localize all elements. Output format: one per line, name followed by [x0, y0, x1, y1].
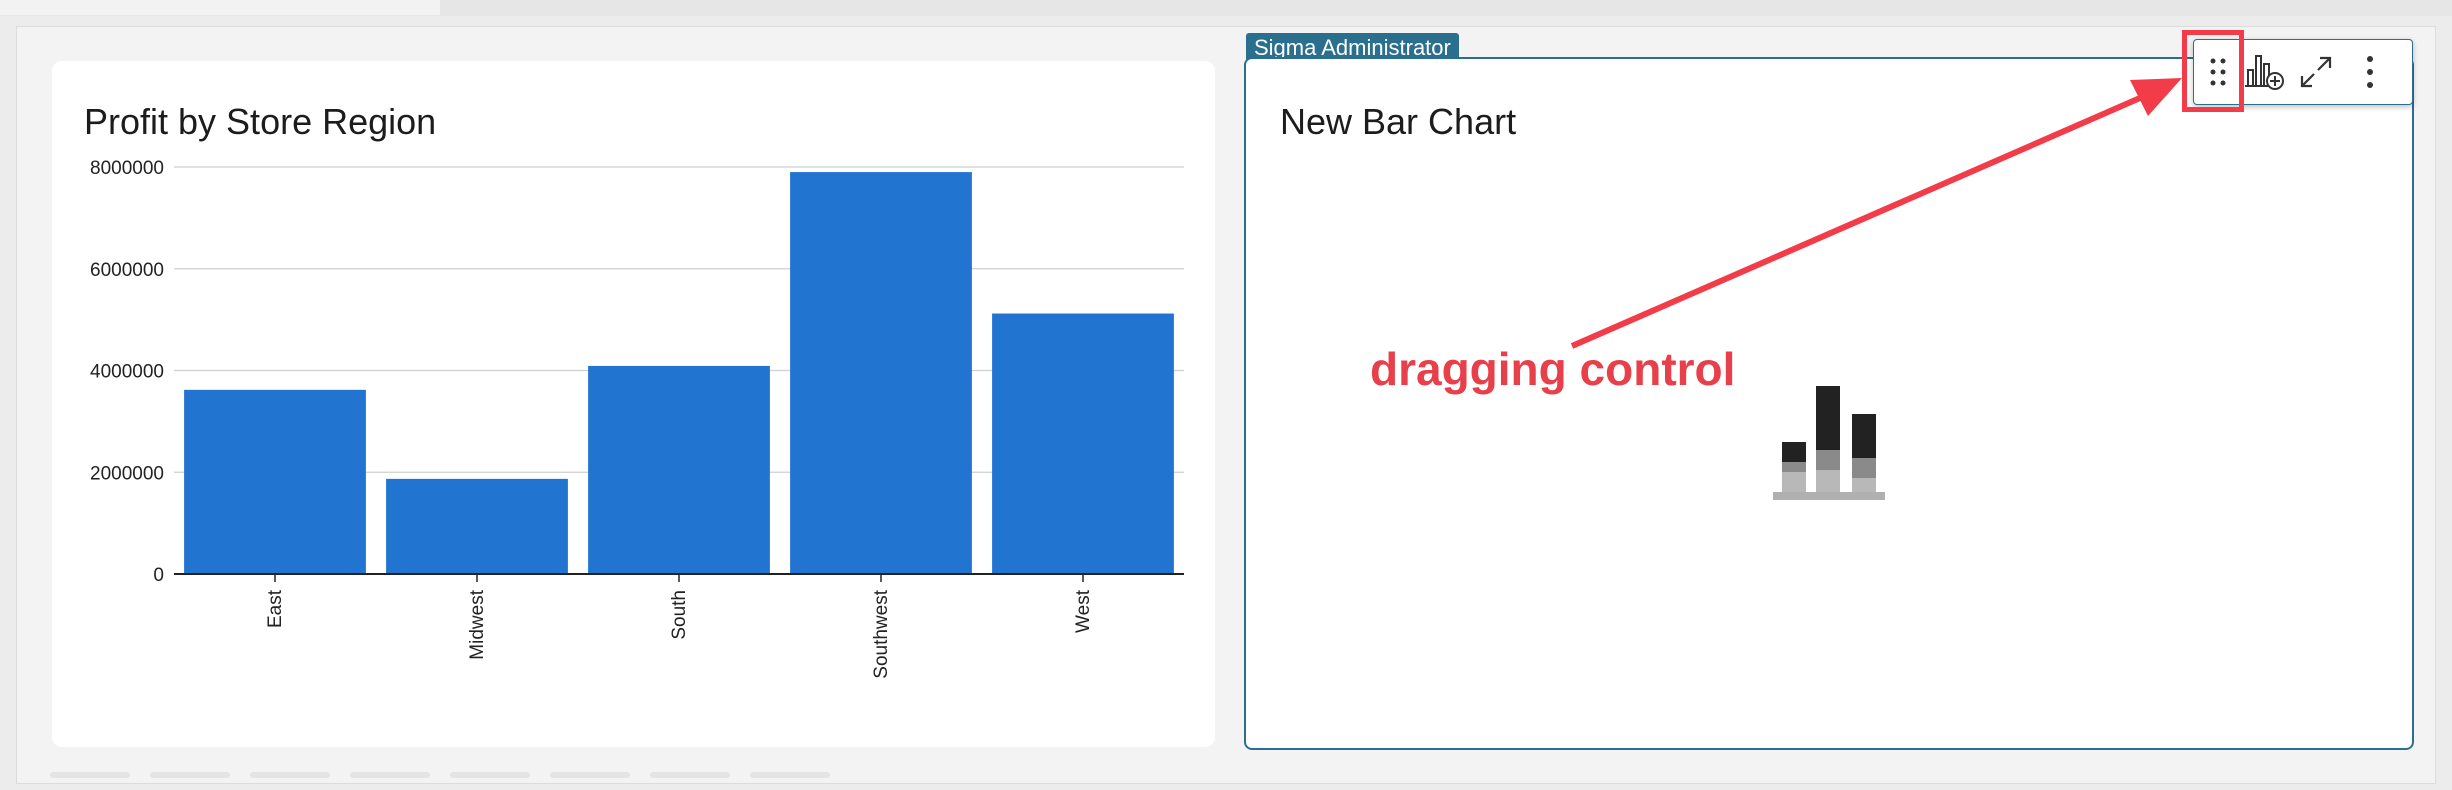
annotation-label: dragging control [1370, 343, 1736, 395]
annotation-arrow [1570, 78, 2182, 349]
